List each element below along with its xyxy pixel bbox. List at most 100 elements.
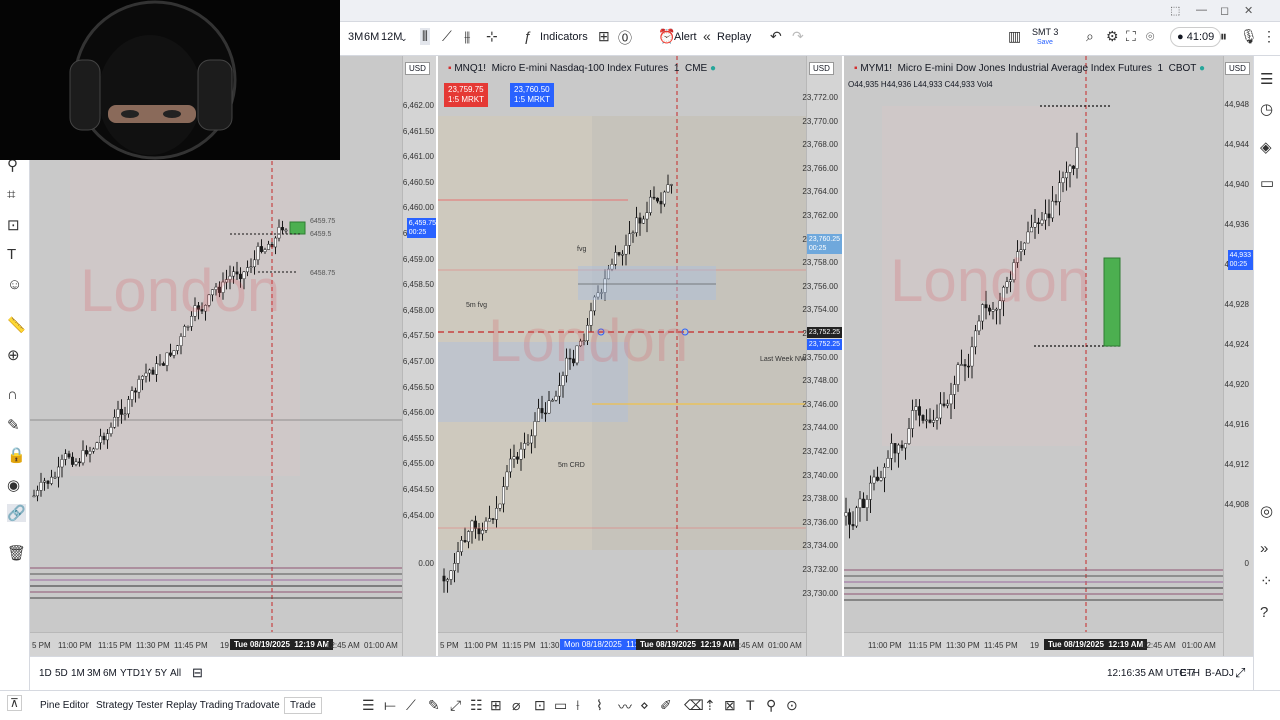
pin-icon[interactable]: ⊼ xyxy=(7,695,22,711)
currency-button[interactable]: USD xyxy=(405,62,430,75)
vertical-line-icon[interactable]: ⟊ xyxy=(576,697,580,714)
candles-icon[interactable]: ⫵ xyxy=(464,28,470,45)
text-tool-icon[interactable]: T xyxy=(746,697,755,713)
fib-icon[interactable]: ☷ xyxy=(470,697,483,714)
target-icon[interactable]: ◎ xyxy=(1260,502,1273,520)
compare-icon[interactable]: ⊹ xyxy=(486,28,498,45)
time-axis-left[interactable]: 5 PM 11:00 PM 11:15 PM 11:30 PM 11:45 PM… xyxy=(30,632,402,656)
goto-date-icon[interactable]: ⊟ xyxy=(192,665,203,681)
zoom-icon[interactable]: ⊕ xyxy=(7,346,20,364)
marker-icon[interactable]: ⋄ xyxy=(640,697,649,714)
path-icon[interactable]: ⌇ xyxy=(596,697,603,714)
range-6m[interactable]: 6M xyxy=(103,668,117,679)
range-5y[interactable]: 5Y xyxy=(155,668,167,679)
lock-icon[interactable]: 🔒 xyxy=(7,446,26,464)
chart-pane-middle[interactable]: London ▪ MNQ1! Micro E-mini Nasdaq-100 I… xyxy=(438,56,844,656)
time-axis-middle[interactable]: 5 PM 11:00 PM 11:15 PM 11:30 Mon 08/18/2… xyxy=(438,632,806,656)
currency-button[interactable]: USD xyxy=(1225,62,1250,75)
measure-icon[interactable]: ⇡ xyxy=(704,697,716,714)
range-3m[interactable]: 3M xyxy=(87,668,101,679)
chevron-down-icon[interactable]: ⌄ xyxy=(400,33,408,44)
alert-button[interactable]: Alert xyxy=(674,31,697,43)
trendline-icon[interactable]: ⌗ xyxy=(7,186,15,203)
record-timer[interactable]: ● 41:09 xyxy=(1170,27,1222,47)
emoji-icon[interactable]: ☺ xyxy=(7,276,22,293)
range-1d[interactable]: 1D xyxy=(39,668,52,679)
pencil-icon[interactable]: ✎ xyxy=(7,416,20,434)
pin-location-icon[interactable]: ⚲ xyxy=(766,697,776,714)
line-chart-icon[interactable]: ⟋ xyxy=(442,28,452,45)
tab-strategy-tester[interactable]: Strategy Tester xyxy=(96,700,163,711)
search-icon[interactable]: ⌕ xyxy=(1086,28,1094,45)
adjust-toggle[interactable]: B-ADJ xyxy=(1205,668,1234,679)
price-axis-right[interactable]: USD 44,94844,94444,94044,93644,93244,928… xyxy=(1223,56,1253,656)
more-icon[interactable]: ⋮ xyxy=(1262,28,1276,45)
rectangle-icon[interactable]: ⊡ xyxy=(534,697,546,714)
eraser-icon[interactable]: ⌫ xyxy=(684,697,704,714)
layout-name[interactable]: SMT 3 xyxy=(1032,27,1058,37)
time-axis-right[interactable]: 11:00 PM 11:15 PM 11:30 PM 11:45 PM 19 T… xyxy=(844,632,1223,656)
help-icon[interactable]: ? xyxy=(1260,604,1268,621)
comment-icon[interactable]: ▭ xyxy=(554,697,567,714)
interval-3m[interactable]: 3M xyxy=(348,31,363,43)
bar-chart-icon[interactable]: ⫴ xyxy=(420,28,430,45)
trash-icon[interactable]: 🗑 xyxy=(7,544,26,562)
indicators-button[interactable]: Indicators xyxy=(540,31,588,43)
settings-circle-icon[interactable]: ⊙ xyxy=(786,697,798,714)
chart-pane-right[interactable]: London ▪ MYM1! Micro E-mini Dow Jones In… xyxy=(844,56,1253,656)
mic-icon[interactable]: 🎙 xyxy=(1240,28,1258,45)
apps-icon[interactable]: ⁘ xyxy=(1260,572,1273,590)
range-5d[interactable]: 5D xyxy=(55,668,68,679)
tab-tradovate[interactable]: Tradovate xyxy=(235,700,280,711)
interval-6m[interactable]: 6M xyxy=(364,31,379,43)
clock-icon[interactable]: ◷ xyxy=(1260,100,1273,118)
range-1m[interactable]: 1M xyxy=(71,668,85,679)
menu-icon[interactable]: ☰ xyxy=(362,697,375,714)
hotkeys-icon[interactable]: ⓪ xyxy=(618,28,632,48)
pattern-icon[interactable]: ⊡ xyxy=(7,216,20,234)
session-toggle[interactable]: ETH xyxy=(1180,668,1200,679)
range-ytd[interactable]: YTD xyxy=(120,668,140,679)
hline-icon[interactable]: ⟝ xyxy=(384,697,396,714)
magnet-icon[interactable]: ∩ xyxy=(7,386,18,403)
layers-icon[interactable]: ◈ xyxy=(1260,138,1272,156)
layout-save-status[interactable]: Save xyxy=(1037,39,1053,46)
ray-icon[interactable]: ⤢ xyxy=(450,697,461,714)
tab-trade[interactable]: Trade xyxy=(284,697,322,714)
undo-icon[interactable]: ↶ xyxy=(770,28,782,45)
expand-icon[interactable]: ⤢ xyxy=(1235,665,1245,681)
gear-icon[interactable]: ⚙ xyxy=(1106,28,1119,45)
close-icon[interactable]: ✕ xyxy=(1244,4,1253,17)
fullscreen-icon[interactable]: ⛶ xyxy=(1126,28,1136,45)
minimize-icon[interactable]: — xyxy=(1196,4,1207,16)
maximize-icon[interactable]: ◻ xyxy=(1220,4,1229,17)
price-axis-left[interactable]: USD 6,462.00 6,461.50 6,461.00 6,460.50 6,46… xyxy=(402,56,436,656)
price-chart-right[interactable] xyxy=(844,56,1223,632)
eye-icon[interactable]: ◉ xyxy=(7,476,20,494)
indicators-icon[interactable]: ƒ xyxy=(524,28,532,44)
watchlist-icon[interactable]: ☰ xyxy=(1260,70,1273,88)
grid-icon[interactable]: ⊞ xyxy=(490,697,502,714)
range-1y[interactable]: 1Y xyxy=(140,668,152,679)
pause-icon[interactable]: ⏸ xyxy=(1220,28,1227,45)
buy-button[interactable]: 23,760.50 1:5 MRKT xyxy=(510,83,555,107)
replay-icon[interactable]: « xyxy=(703,28,711,44)
tab-pine-editor[interactable]: Pine Editor xyxy=(40,700,89,711)
text-icon[interactable]: T xyxy=(7,246,16,263)
templates-icon[interactable]: ⊞ xyxy=(598,28,610,45)
frame-icon[interactable]: ⊠ xyxy=(724,697,736,714)
trend-icon[interactable]: ⟋ xyxy=(406,697,416,714)
replay-button[interactable]: Replay xyxy=(717,31,751,43)
link-icon[interactable]: 🔗 xyxy=(7,504,26,522)
chart-legend[interactable]: ▪ MYM1! Micro E-mini Dow Jones Industria… xyxy=(854,63,1205,74)
chart-legend[interactable]: ▪ MNQ1! Micro E-mini Nasdaq-100 Index Fu… xyxy=(448,63,716,74)
layout-icon[interactable]: ▥ xyxy=(1008,28,1021,45)
range-all[interactable]: All xyxy=(170,668,181,679)
symbol-label[interactable]: MYM1! xyxy=(860,63,892,74)
brush-icon[interactable]: ⌀ xyxy=(512,697,520,714)
tab-replay-trading[interactable]: Replay Trading xyxy=(166,700,233,711)
restore-icon[interactable]: ⬚ xyxy=(1170,4,1180,17)
ruler-icon[interactable]: 📏 xyxy=(7,316,26,334)
camera-icon[interactable]: ⌾ xyxy=(1146,28,1154,45)
chat-icon[interactable]: ▭ xyxy=(1260,174,1274,192)
